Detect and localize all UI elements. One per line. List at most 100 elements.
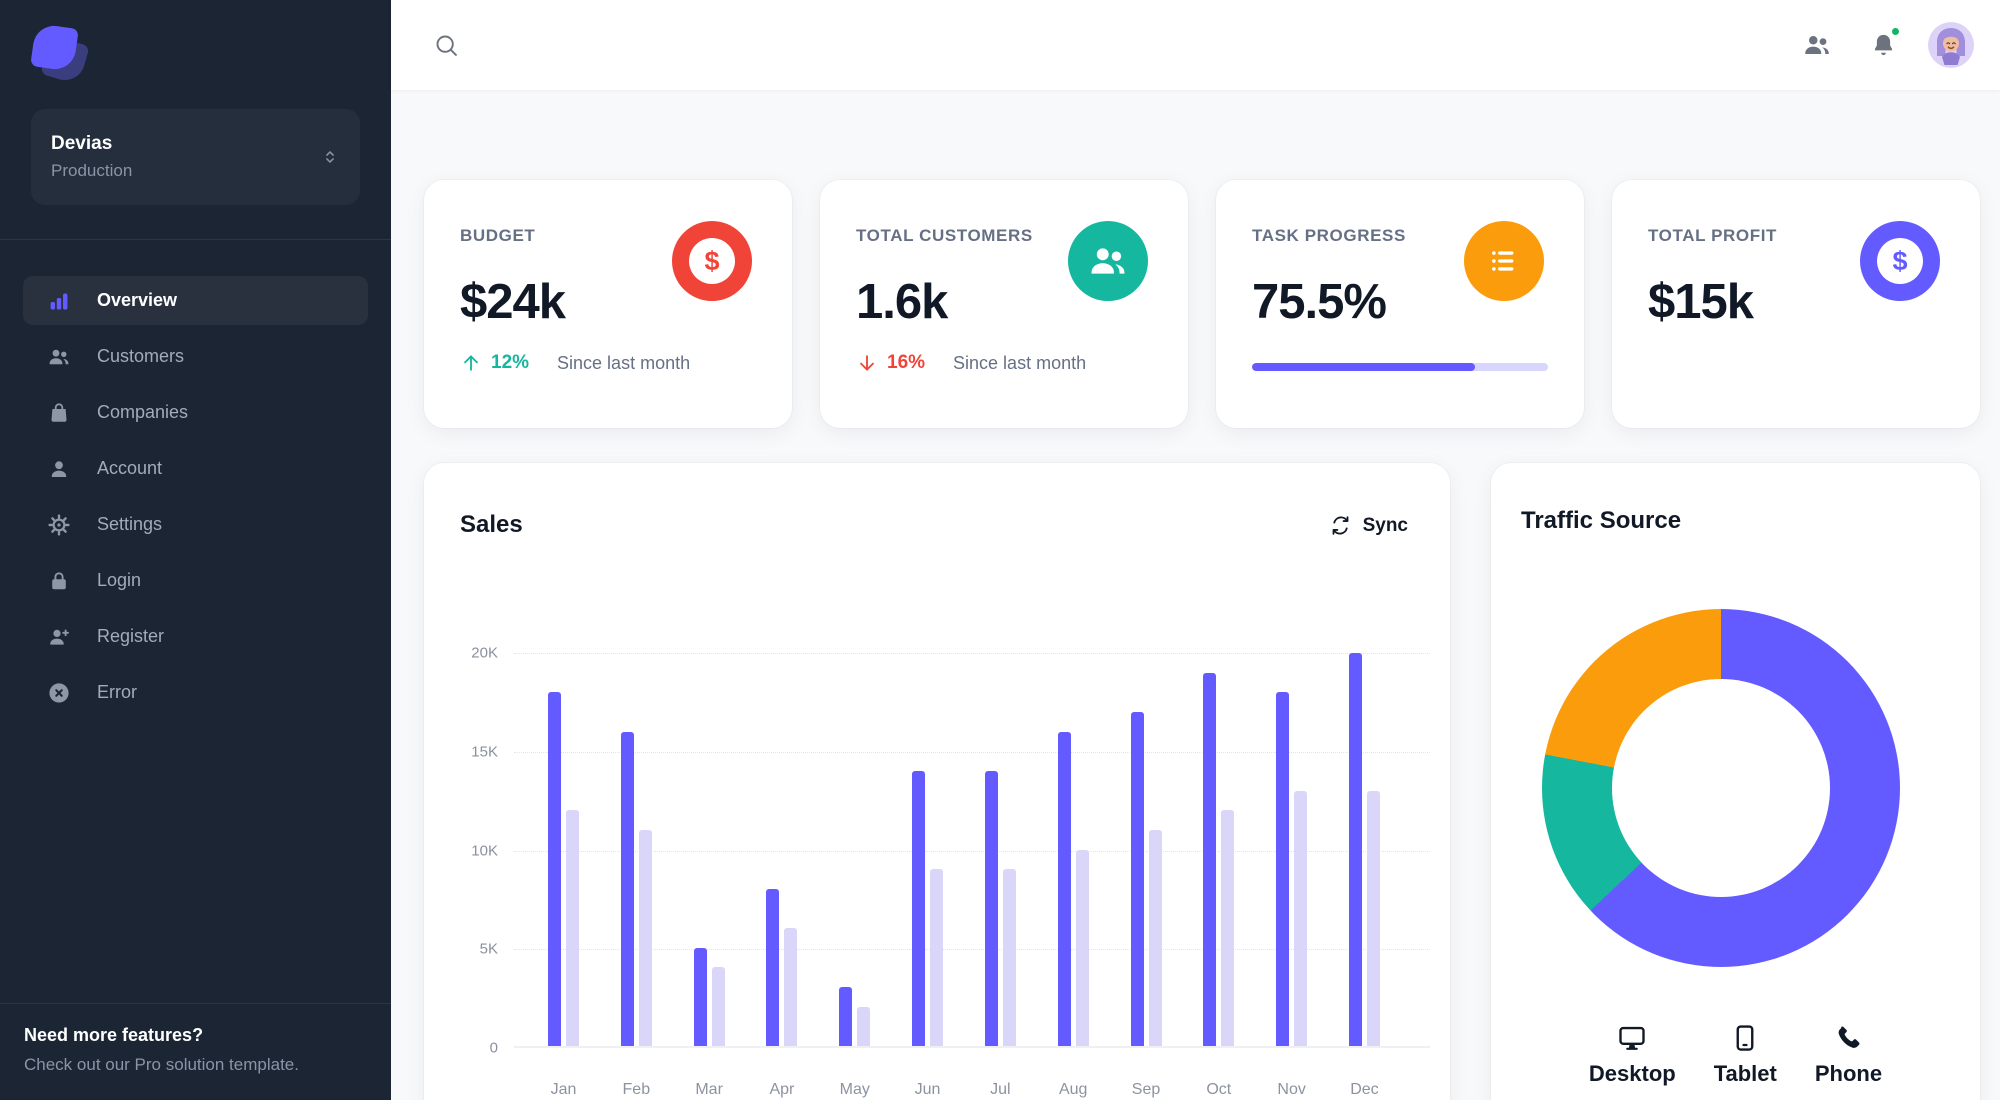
sidebar-item-overview[interactable]: Overview — [23, 276, 368, 325]
search-icon — [433, 32, 460, 59]
notifications-button[interactable] — [1862, 24, 1904, 66]
sidebar-divider — [0, 239, 391, 240]
bar — [638, 829, 652, 1046]
user-icon — [47, 457, 71, 481]
users-icon — [1068, 221, 1148, 301]
bar — [1203, 672, 1217, 1046]
bar — [1148, 829, 1162, 1046]
bar — [857, 1006, 871, 1046]
sidebar: Devias Production Overview Customers Com… — [0, 0, 391, 1100]
bar — [1221, 810, 1235, 1046]
trend-value: 12% — [491, 352, 530, 373]
traffic-legend: Desktop Tablet Phone — [1491, 1023, 1980, 1087]
arrow-down-icon — [856, 352, 878, 374]
y-axis-label: 5K — [479, 940, 498, 958]
total-customers-card: TOTAL CUSTOMERS 1.6k 16% Since last mont… — [820, 180, 1188, 428]
y-axis-label: 20K — [471, 644, 498, 662]
x-axis-label: Jan — [550, 1081, 577, 1098]
budget-card: BUDGET $ $24k 12% Since last month — [424, 180, 792, 428]
phone-icon — [1833, 1023, 1863, 1053]
legend-item-tablet: Tablet — [1714, 1023, 1777, 1087]
x-axis-label: Jun — [914, 1081, 941, 1098]
bar-chart-plot — [514, 653, 1430, 1048]
sidebar-item-label: Customers — [97, 346, 185, 366]
sidebar-item-label: Error — [97, 682, 137, 702]
bar — [1294, 790, 1308, 1046]
stat-label: TASK PROGRESS — [1252, 226, 1406, 245]
sidebar-item-error[interactable]: Error — [23, 668, 368, 717]
gear-icon — [47, 513, 71, 537]
traffic-title: Traffic Source — [1521, 507, 1682, 534]
traffic-donut — [1542, 609, 1900, 967]
sales-chart-card: Sales Sync 0 5K 10K 15K 20K Jan Feb Mar Apr May J… — [424, 463, 1450, 1100]
bar-groups — [514, 653, 1430, 1046]
trend-row: 12% Since last month — [460, 352, 690, 374]
contacts-button[interactable] — [1796, 24, 1838, 66]
bar-group — [839, 653, 871, 1046]
sidebar-item-companies[interactable]: Companies — [23, 388, 368, 437]
trend-row: 16% Since last month — [856, 352, 1086, 374]
topbar — [391, 0, 2000, 90]
bar — [1348, 653, 1362, 1046]
currency-dollar-icon: $ — [1860, 221, 1940, 301]
bar-group — [912, 653, 944, 1046]
bar — [839, 987, 853, 1046]
legend-item-phone: Phone — [1815, 1023, 1882, 1087]
list-bullet-icon — [1464, 221, 1544, 301]
tablet-icon — [1730, 1023, 1760, 1053]
bar — [693, 947, 707, 1046]
x-axis-label: Mar — [695, 1081, 723, 1098]
user-plus-icon — [47, 625, 71, 649]
bar — [930, 869, 944, 1046]
x-axis-label: Feb — [622, 1081, 651, 1098]
stat-label: BUDGET — [460, 226, 536, 245]
sidebar-item-label: Account — [97, 458, 163, 478]
bar — [566, 810, 579, 1046]
notification-badge — [1890, 26, 1901, 37]
workspace-selector[interactable]: Devias Production — [31, 109, 360, 205]
legend-label: Desktop — [1588, 1061, 1676, 1086]
legend-label: Phone — [1814, 1061, 1883, 1086]
task-progress-fill — [1252, 363, 1476, 371]
sync-icon — [1329, 514, 1352, 537]
bar — [1075, 849, 1089, 1046]
month-labels: Jan Feb Mar Apr May Jun Jul Aug Sep Oct Nov Dec — [514, 1081, 1430, 1099]
sidebar-item-label: Login — [97, 570, 142, 590]
pro-template-link[interactable]: Check out our Pro solution template. — [24, 1055, 367, 1075]
sidebar-item-label: Companies — [97, 402, 189, 422]
bar-group — [1130, 653, 1162, 1046]
avatar[interactable] — [1928, 22, 1974, 68]
sidebar-item-settings[interactable]: Settings — [23, 500, 368, 549]
x-axis-label: Apr — [769, 1081, 795, 1098]
bar-group — [766, 653, 798, 1046]
bar-group — [1348, 653, 1380, 1046]
sidebar-item-label: Register — [97, 626, 165, 646]
bar — [1276, 692, 1290, 1046]
trend-value: 16% — [887, 352, 926, 373]
desktop-icon — [1617, 1023, 1647, 1053]
shopping-bag-icon — [47, 401, 71, 425]
bar — [620, 731, 634, 1046]
sidebar-footer-title: Need more features? — [24, 1025, 204, 1045]
traffic-source-card: Traffic Source Desktop Tablet Phone — [1491, 463, 1980, 1100]
sync-button[interactable]: Sync — [1323, 513, 1414, 538]
y-axis-label: 0 — [489, 1039, 498, 1057]
x-axis-label: Aug — [1058, 1081, 1088, 1098]
bar-group — [693, 653, 725, 1046]
sidebar-item-label: Overview — [97, 290, 178, 310]
bar — [1130, 711, 1144, 1046]
lock-icon — [47, 569, 71, 593]
users-icon — [1802, 30, 1832, 60]
bar-group — [548, 653, 579, 1046]
sync-label: Sync — [1362, 514, 1408, 536]
sidebar-item-customers[interactable]: Customers — [23, 332, 368, 381]
caret-up-down-icon — [320, 147, 340, 167]
trend-caption: Since last month — [953, 352, 1087, 373]
bar — [912, 770, 926, 1046]
stat-value: $15k — [1648, 275, 1754, 329]
search-button[interactable] — [425, 24, 467, 66]
sidebar-item-account[interactable]: Account — [23, 444, 368, 493]
sidebar-item-login[interactable]: Login — [23, 556, 368, 605]
sidebar-item-register[interactable]: Register — [23, 612, 368, 661]
bar — [766, 888, 780, 1046]
